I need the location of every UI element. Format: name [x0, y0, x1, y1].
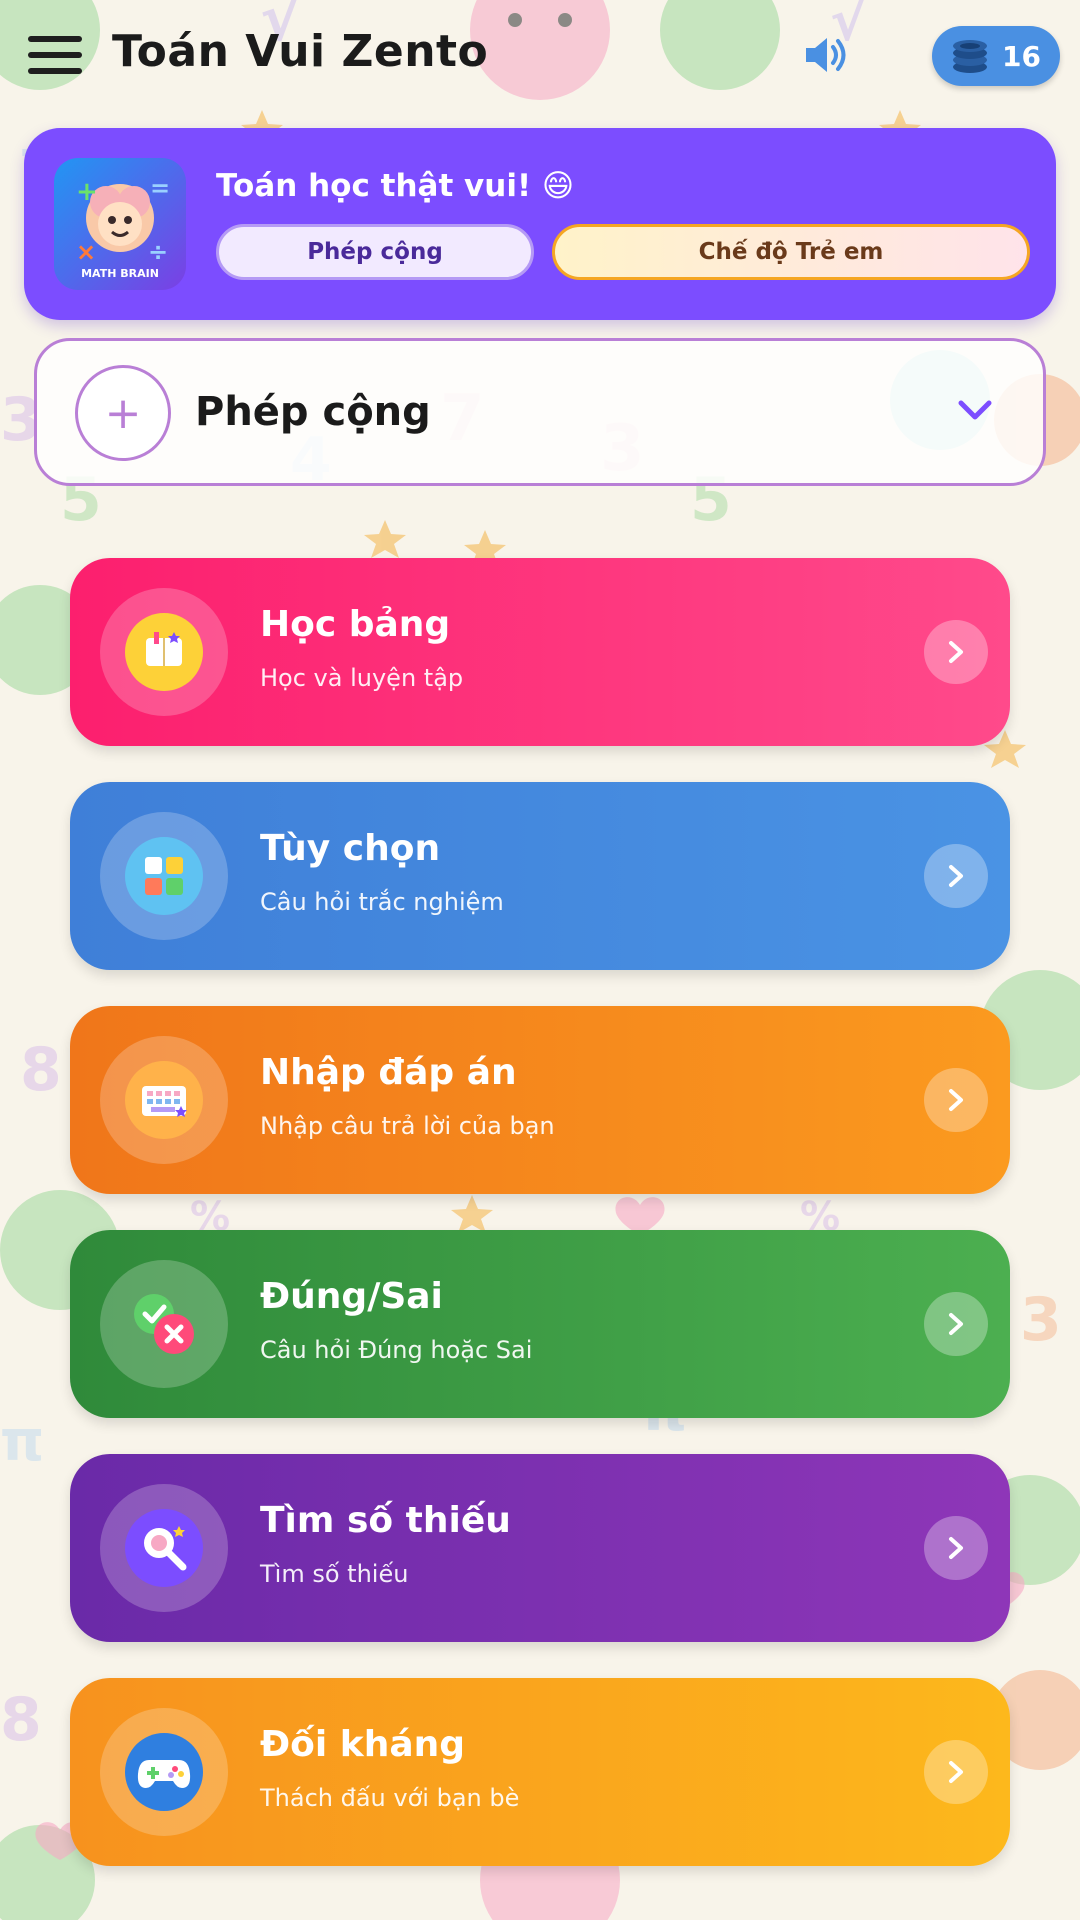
coin-balance-button[interactable]: 16	[932, 26, 1060, 86]
grid-icon	[125, 837, 203, 915]
operation-chip[interactable]: Phép cộng	[216, 224, 534, 280]
coin-count: 16	[1002, 39, 1041, 73]
chevron-right-icon	[924, 1292, 988, 1356]
svg-text:÷: ÷	[148, 238, 168, 266]
chevron-down-icon	[958, 400, 992, 420]
card-title: Đúng/Sai	[260, 1276, 443, 1317]
coins-icon	[953, 40, 987, 73]
chevron-right-icon	[924, 1516, 988, 1580]
card-subtitle: Học và luyện tập	[260, 664, 464, 692]
mode-card-tuy-chon[interactable]: Tùy chọn Câu hỏi trắc nghiệm	[70, 782, 1010, 970]
svg-text:8: 8	[0, 1685, 42, 1755]
math-brain-logo: + × ÷ = MATH BRAIN	[54, 158, 186, 290]
keyboard-icon	[125, 1061, 203, 1139]
top-bar: Toán Vui Zento 16	[0, 0, 1080, 112]
card-subtitle: Tìm số thiếu	[260, 1560, 409, 1588]
mode-card-dung-sai[interactable]: Đúng/Sai Câu hỏi Đúng hoặc Sai	[70, 1230, 1010, 1418]
svg-text:8: 8	[20, 1035, 62, 1105]
chevron-right-icon	[924, 1740, 988, 1804]
book-icon	[125, 613, 203, 691]
mode-card-doi-khang[interactable]: Đối kháng Thách đấu với bạn bè	[70, 1678, 1010, 1866]
speaker-icon[interactable]	[800, 30, 850, 80]
chevron-right-icon	[924, 1068, 988, 1132]
chevron-right-icon	[924, 620, 988, 684]
gamepad-icon	[125, 1733, 203, 1811]
card-title: Đối kháng	[260, 1724, 466, 1765]
mode-card-tim-so-thieu[interactable]: Tìm số thiếu Tìm số thiếu	[70, 1454, 1010, 1642]
card-title: Tìm số thiếu	[260, 1500, 511, 1541]
operation-label: Phép cộng	[195, 389, 431, 435]
card-subtitle: Câu hỏi Đúng hoặc Sai	[260, 1336, 533, 1364]
svg-text:3: 3	[1020, 1285, 1062, 1355]
header-card: + × ÷ = MATH BRAIN Toán học thật vui! 😄 …	[24, 128, 1056, 320]
svg-text:π: π	[0, 1409, 44, 1474]
tagline: Toán học thật vui! 😄	[216, 168, 575, 204]
svg-text:×: ×	[76, 238, 96, 266]
menu-icon[interactable]	[28, 36, 82, 74]
card-subtitle: Nhập câu trả lời của bạn	[260, 1112, 555, 1140]
card-title: Nhập đáp án	[260, 1052, 517, 1093]
logo-text: MATH BRAIN	[81, 267, 159, 280]
card-subtitle: Thách đấu với bạn bè	[260, 1784, 520, 1812]
card-title: Tùy chọn	[260, 828, 441, 869]
plus-icon: +	[75, 365, 171, 461]
mode-card-hoc-bang[interactable]: Học bảng Học và luyện tập	[70, 558, 1010, 746]
operation-dropdown[interactable]: + Phép cộng	[34, 338, 1046, 486]
app-title: Toán Vui Zento	[112, 26, 489, 77]
kids-mode-chip[interactable]: Chế độ Trẻ em	[552, 224, 1030, 280]
card-subtitle: Câu hỏi trắc nghiệm	[260, 888, 504, 916]
svg-text:+: +	[76, 177, 98, 207]
check-cross-icon	[125, 1285, 203, 1363]
card-title: Học bảng	[260, 604, 451, 645]
chevron-right-icon	[924, 844, 988, 908]
svg-text:=: =	[150, 174, 170, 202]
mode-card-nhap-dap-an[interactable]: Nhập đáp án Nhập câu trả lời của bạn	[70, 1006, 1010, 1194]
magnifier-icon	[125, 1509, 203, 1587]
